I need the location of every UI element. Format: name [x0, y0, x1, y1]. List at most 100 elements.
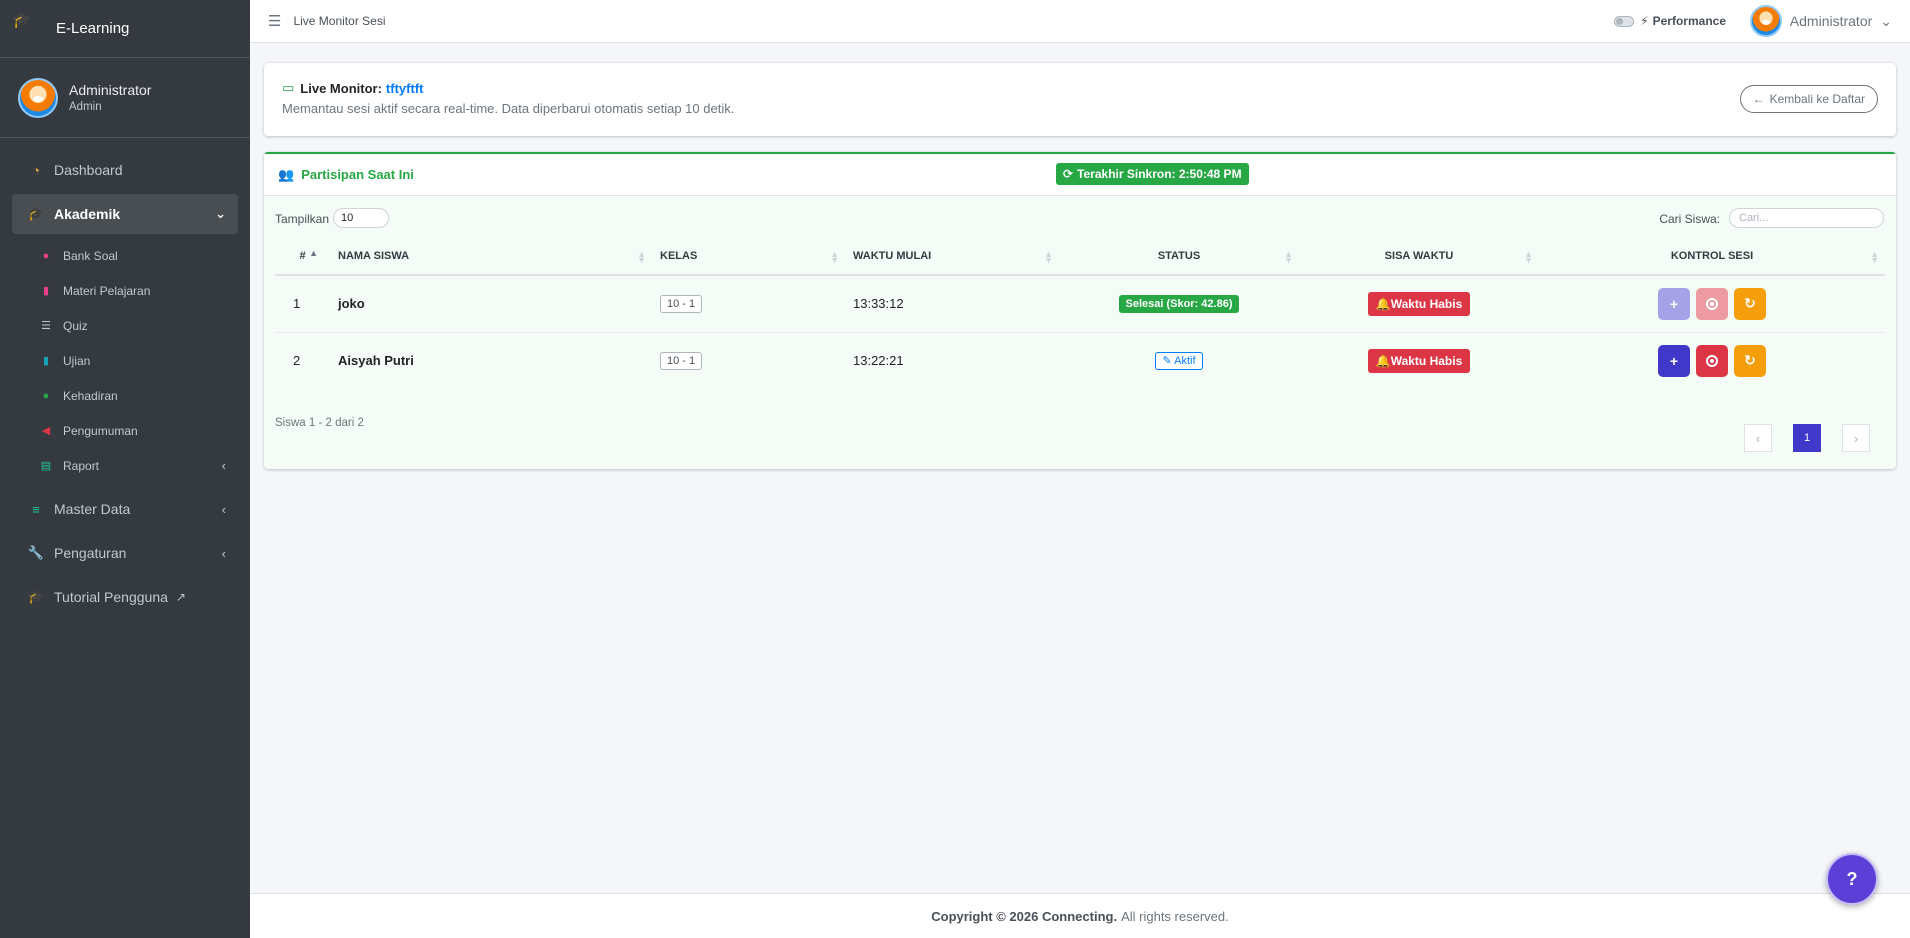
column-header-remaining-time[interactable]: SISA WAKTU ▲ ▼: [1299, 238, 1539, 276]
sidebar-subitem-ujian[interactable]: ▮ Ujian: [12, 343, 238, 378]
redo-icon: ↻: [1744, 295, 1756, 312]
redo-icon: ↻: [1744, 352, 1756, 369]
column-header-start-time[interactable]: WAKTU MULAI ▲ ▼: [845, 238, 1059, 276]
sidebar-subitem-label: Materi Pelajaran: [63, 283, 151, 298]
sidebar-subitem-quiz[interactable]: ☰ Quiz: [12, 308, 238, 343]
graduation-cap-icon: 🎓: [27, 206, 45, 221]
scroll-icon: ▤: [40, 460, 52, 472]
toggle-switch[interactable]: [1614, 15, 1635, 27]
list-icon: ☰: [41, 320, 51, 332]
column-header-name[interactable]: NAMA SISWA ▲ ▼: [330, 238, 652, 276]
hamburger-icon[interactable]: ☰: [268, 12, 281, 30]
sidebar-subitem-kehadiran[interactable]: ● Kehadiran: [12, 378, 238, 413]
wrench-icon: 🔧: [27, 545, 45, 560]
row-number: 2: [293, 353, 301, 369]
sidebar-item-tutorial-pengguna[interactable]: 🎓 Tutorial Pengguna ↗: [12, 577, 238, 617]
chevron-left-icon: ‹: [1755, 430, 1761, 446]
brand[interactable]: 🎓 E-Learning: [0, 0, 250, 58]
graduation-cap-icon: 🎓: [27, 589, 45, 604]
participants-card: 👥 Partisipan Saat Ini ⟳ Terakhir Sinkron…: [264, 152, 1896, 469]
start-time: 13:33:12: [845, 275, 1059, 333]
sort-icon: ▲ ▼: [1044, 249, 1053, 265]
add-time-button[interactable]: +: [1658, 287, 1690, 320]
session-controls: + ↻: [1658, 344, 1766, 377]
stop-session-button[interactable]: [1696, 287, 1728, 320]
sync-icon: ⟳: [1063, 167, 1074, 181]
sidebar-subitem-bank-soal[interactable]: ● Bank Soal: [12, 238, 238, 273]
page-button[interactable]: 1: [1793, 424, 1821, 452]
sort-icon: ▲ ▼: [830, 249, 839, 265]
add-time-button[interactable]: +: [1658, 344, 1690, 377]
map-marker-icon: ●: [42, 389, 50, 402]
sidebar-item-pengaturan[interactable]: 🔧 Pengaturan ‹: [12, 533, 238, 573]
sidebar-item-dashboard[interactable]: ◔ Dashboard: [12, 150, 238, 190]
show-entries-select[interactable]: 10: [333, 208, 389, 228]
column-header-number[interactable]: # ▲: [275, 238, 330, 276]
student-name: joko: [330, 275, 652, 333]
stop-session-button[interactable]: [1696, 344, 1728, 377]
arrow-left-icon: ←: [1752, 92, 1765, 106]
performance-toggle[interactable]: ⚡ Performance: [1614, 14, 1726, 28]
show-entries-label: Tampilkan: [275, 212, 330, 226]
sort-icon: ▲ ▼: [637, 249, 646, 265]
start-time: 13:22:21: [853, 353, 904, 369]
sort-icon: ▲ ▼: [1870, 249, 1879, 265]
reset-session-button[interactable]: ↻: [1734, 287, 1766, 320]
graduation-cap-icon: 🎓: [12, 11, 31, 29]
sidebar-subitem-materi-pelajaran[interactable]: ▮ Materi Pelajaran: [12, 273, 238, 308]
sidebar-item-label: Tutorial Pengguna: [54, 589, 168, 605]
users-icon: 👥: [278, 166, 295, 182]
sort-icon: ▲ ▼: [1284, 249, 1293, 265]
sidebar-item-label: Akademik: [54, 206, 121, 222]
table-row: 1 joko 10 - 1 13:33:12 Selesai (Skor: 42…: [275, 275, 1885, 333]
column-header-kelas[interactable]: KELAS ▲ ▼: [652, 238, 845, 276]
sidebar-subitem-pengumuman[interactable]: ◀ Pengumuman: [12, 413, 238, 448]
participants-title: 👥 Partisipan Saat Ini: [278, 167, 414, 183]
row-number: 1: [275, 275, 330, 333]
pagination: ‹ 1 ›: [1744, 424, 1870, 452]
chevron-right-icon: ›: [1853, 430, 1859, 446]
status-badge: Selesai (Skor: 42.86): [1119, 294, 1239, 313]
sync-status-badge: ⟳ Terakhir Sinkron: 2:50:48 PM: [1056, 163, 1249, 185]
user-role: Admin: [69, 101, 102, 113]
topbar: ☰ Live Monitor Sesi ⚡ Performance Admini…: [250, 0, 1910, 43]
performance-label: Performance: [1652, 14, 1726, 28]
search-input[interactable]: Cari...: [1729, 208, 1884, 228]
desktop-icon: ▭: [282, 80, 295, 95]
column-header-status[interactable]: STATUS ▲ ▼: [1059, 238, 1299, 276]
kelas-badge: 10 - 1: [660, 351, 703, 370]
file-icon: ▮: [42, 285, 50, 297]
user-menu[interactable]: Administrator ⌄: [1749, 5, 1892, 37]
stop-circle-icon: [1706, 297, 1718, 310]
reset-session-button[interactable]: ↻: [1734, 344, 1766, 377]
sidebar-subitem-raport[interactable]: ▤ Raport ‹: [12, 448, 238, 483]
chevron-down-icon: ⌄: [1880, 12, 1892, 29]
plus-icon: +: [1669, 352, 1679, 369]
database-icon: ≡: [32, 501, 40, 517]
next-page-button[interactable]: ›: [1842, 424, 1870, 452]
sidebar-item-akademik[interactable]: 🎓 Akademik ⌄: [12, 194, 238, 234]
sidebar-item-label: Dashboard: [54, 162, 123, 178]
bell-icon: 🔔: [1375, 353, 1391, 368]
user-panel[interactable]: Administrator Admin: [0, 58, 250, 138]
participants-card-header: 👥 Partisipan Saat Ini ⟳ Terakhir Sinkron…: [264, 154, 1896, 196]
sidebar-item-label: Master Data: [54, 501, 131, 517]
tachometer-icon: ◔: [32, 162, 40, 178]
help-button[interactable]: ?: [1826, 853, 1878, 905]
session-controls: + ↻: [1658, 287, 1766, 320]
header-card: ▭ Live Monitor: tftyftft Memantau sesi a…: [264, 63, 1896, 136]
avatar: [1749, 5, 1782, 37]
page-title: ▭ Live Monitor: tftyftft: [282, 80, 1878, 96]
file-icon: ▮: [42, 355, 50, 367]
column-header-session-control[interactable]: KONTROL SESI ▲ ▼: [1539, 238, 1885, 276]
table-info: Siswa 1 - 2 dari 2: [275, 417, 364, 429]
main-content: ▭ Live Monitor: tftyftft Memantau sesi a…: [264, 63, 1896, 469]
search-label: Cari Siswa:: [1659, 212, 1720, 226]
back-to-list-button[interactable]: ← Kembali ke Daftar: [1739, 85, 1878, 113]
sidebar-item-master-data[interactable]: ≡ Master Data ‹: [12, 489, 238, 529]
table-controls: Tampilkan 10 Cari Siswa: Cari...: [264, 196, 1896, 236]
chevron-left-icon: ‹: [221, 458, 226, 473]
remaining-time-badge: 🔔Waktu Habis: [1367, 291, 1471, 316]
sidebar-item-label: Pengaturan: [54, 545, 127, 561]
previous-page-button[interactable]: ‹: [1744, 424, 1772, 452]
